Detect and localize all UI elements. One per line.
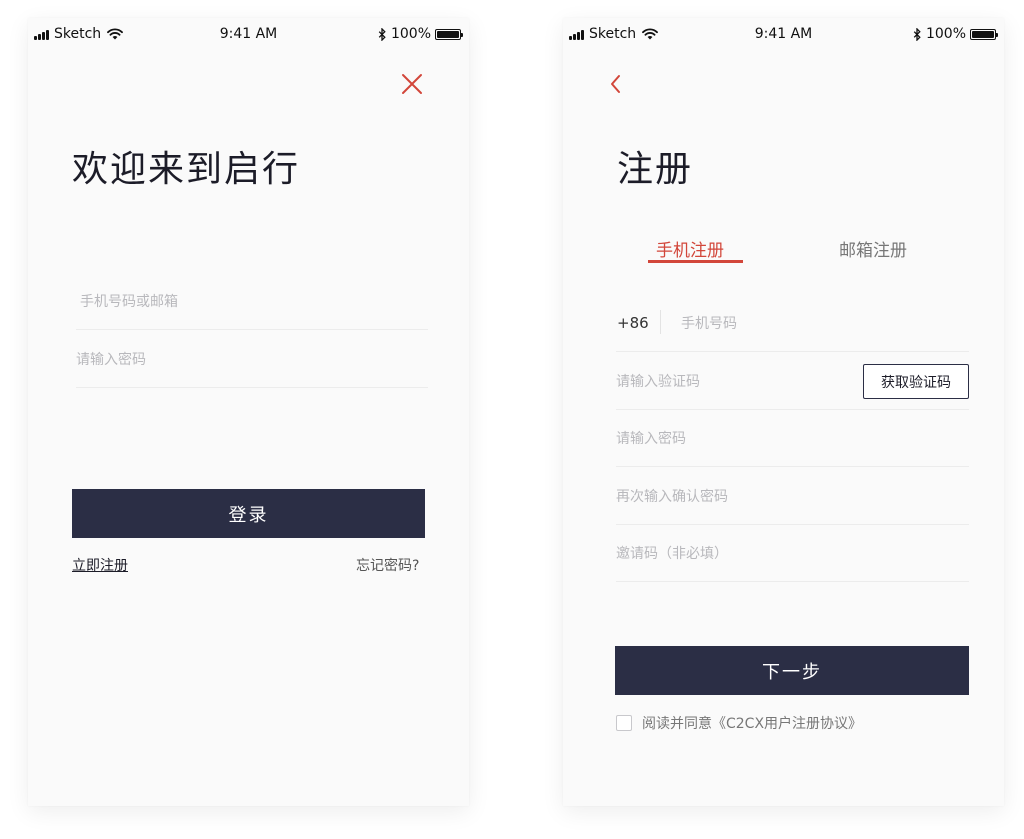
bluetooth-icon xyxy=(913,27,921,41)
agreement-checkbox[interactable] xyxy=(616,715,632,731)
status-right: 100% xyxy=(912,26,998,42)
battery-icon xyxy=(435,28,463,40)
password-input[interactable] xyxy=(76,332,428,387)
phone-field xyxy=(616,296,969,352)
password-input[interactable] xyxy=(616,411,969,466)
login-button[interactable]: 登录 xyxy=(72,489,425,538)
page-title: 欢迎来到启行 xyxy=(72,149,301,190)
invite-code-field xyxy=(616,526,969,582)
tab-email-register[interactable]: 邮箱注册 xyxy=(839,236,907,261)
get-code-button[interactable]: 获取验证码 xyxy=(863,364,969,399)
page-title: 注册 xyxy=(617,149,694,190)
invite-code-input[interactable] xyxy=(616,526,969,581)
confirm-password-input[interactable] xyxy=(616,469,969,524)
register-screen: Sketch 9:41 AM 100% 注册 手机注册 邮箱注册 +86 获取验… xyxy=(563,18,1004,806)
next-button[interactable]: 下一步 xyxy=(615,646,969,695)
country-code-divider xyxy=(660,310,661,334)
status-bar: Sketch 9:41 AM 100% xyxy=(28,24,469,44)
active-tab-indicator xyxy=(648,260,743,263)
country-code[interactable]: +86 xyxy=(617,314,649,332)
agreement-text[interactable]: 阅读并同意《C2CX用户注册协议》 xyxy=(642,713,862,733)
password-field xyxy=(616,411,969,467)
bluetooth-icon xyxy=(378,27,386,41)
login-screen: Sketch 9:41 AM 100% 欢迎来到启行 登录 立即注册 忘记密码? xyxy=(28,18,469,806)
battery-percent: 100% xyxy=(925,26,966,42)
tab-phone-register[interactable]: 手机注册 xyxy=(656,236,724,261)
register-link[interactable]: 立即注册 xyxy=(72,555,128,575)
battery-icon xyxy=(970,28,998,40)
account-input[interactable] xyxy=(76,274,432,329)
forgot-password-link[interactable]: 忘记密码? xyxy=(356,555,419,575)
verification-code-input[interactable] xyxy=(616,354,846,409)
phone-input[interactable] xyxy=(616,296,969,351)
battery-percent: 100% xyxy=(390,26,431,42)
confirm-password-field xyxy=(616,469,969,525)
chevron-left-icon[interactable] xyxy=(607,72,625,96)
close-icon[interactable] xyxy=(400,72,424,96)
account-field xyxy=(76,274,432,330)
agreement-row: 阅读并同意《C2CX用户注册协议》 xyxy=(616,713,862,733)
status-bar: Sketch 9:41 AM 100% xyxy=(563,24,1004,44)
status-right: 100% xyxy=(377,26,463,42)
password-field xyxy=(76,332,428,388)
